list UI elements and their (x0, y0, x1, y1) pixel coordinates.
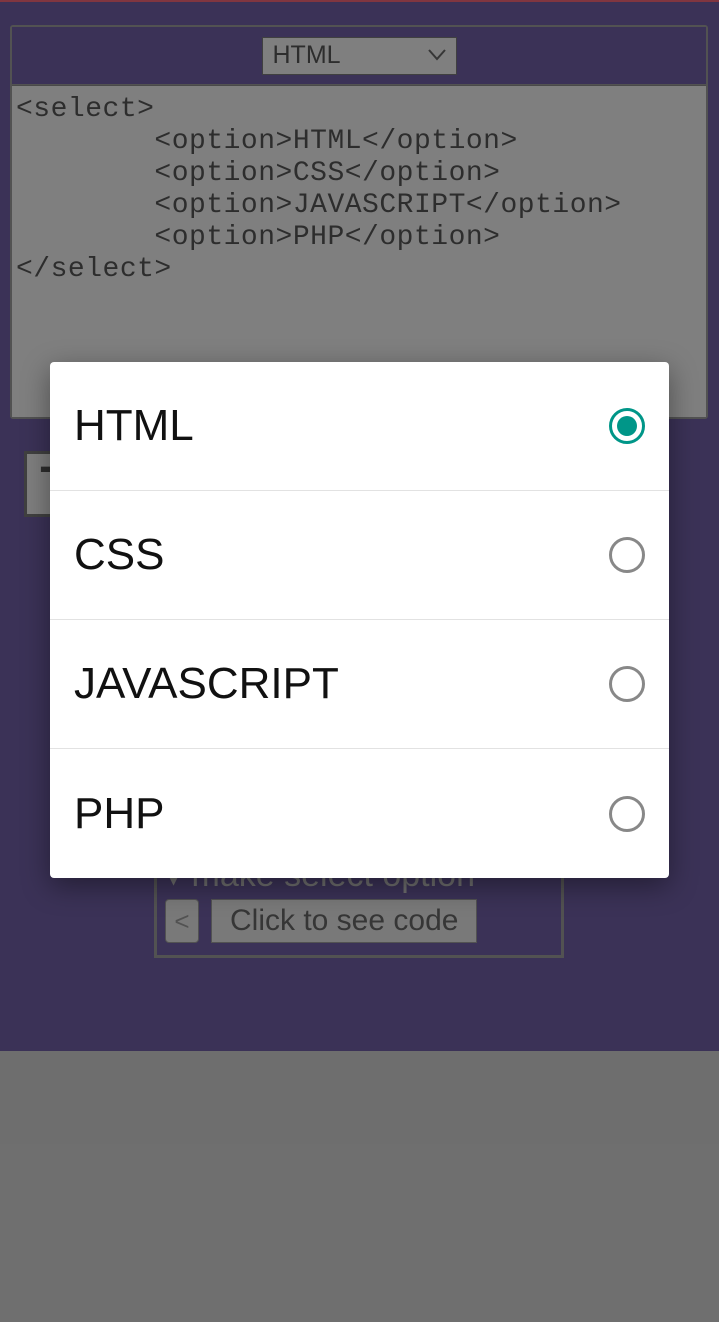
page-background: HTML <select> <option>HTML</option> <opt… (0, 0, 719, 1322)
select-dropdown-modal: HTML CSS JAVASCRIPT PHP (50, 362, 669, 878)
option-label: JAVASCRIPT (74, 659, 339, 709)
option-label: HTML (74, 401, 194, 451)
option-javascript[interactable]: JAVASCRIPT (50, 620, 669, 749)
radio-selected-icon (609, 408, 645, 444)
option-html[interactable]: HTML (50, 362, 669, 491)
option-label: PHP (74, 789, 164, 839)
option-php[interactable]: PHP (50, 749, 669, 878)
radio-unselected-icon (609, 537, 645, 573)
radio-unselected-icon (609, 796, 645, 832)
radio-unselected-icon (609, 666, 645, 702)
option-css[interactable]: CSS (50, 491, 669, 620)
option-label: CSS (74, 530, 164, 580)
